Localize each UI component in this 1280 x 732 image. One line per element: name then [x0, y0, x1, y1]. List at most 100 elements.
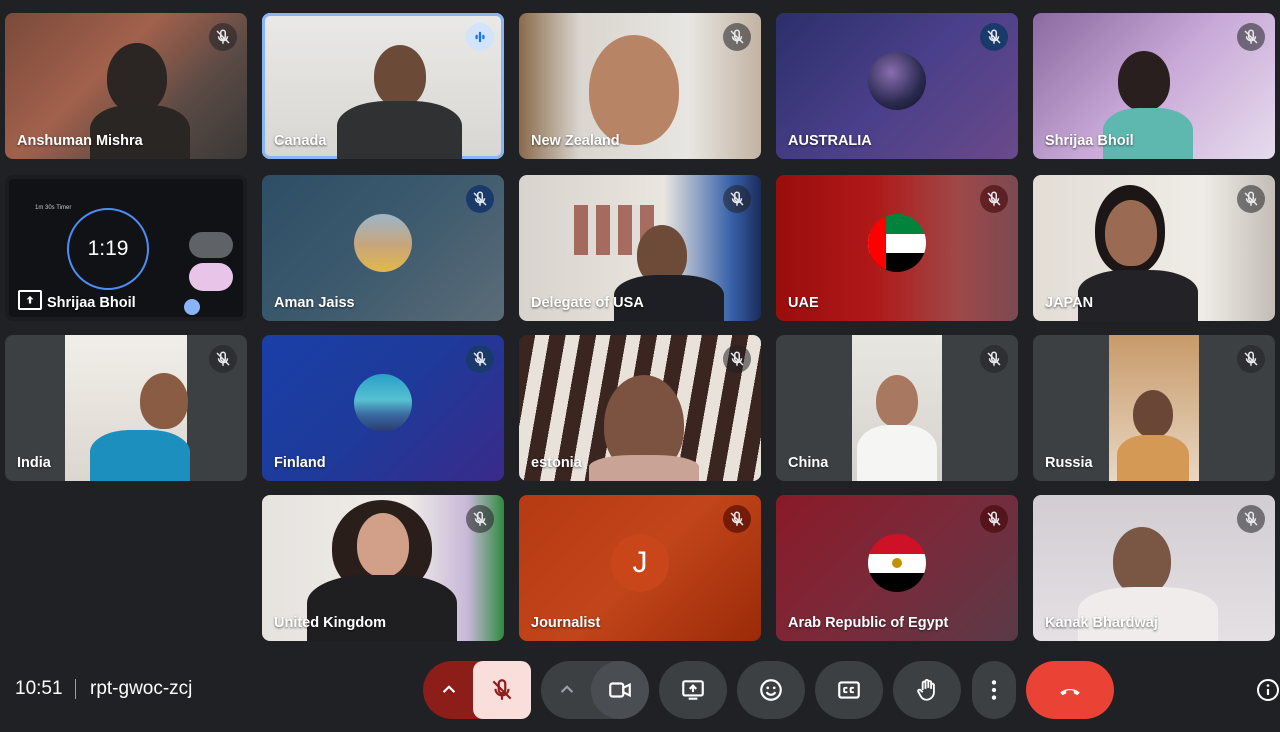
participant-tile[interactable]: UAE: [776, 175, 1018, 321]
captions-button[interactable]: [815, 661, 883, 719]
mic-off-icon: [492, 679, 512, 700]
participant-tile[interactable]: China: [776, 335, 1018, 481]
participant-tile[interactable]: New Zealand: [519, 13, 761, 159]
present-icon: [682, 680, 704, 700]
mic-off-icon: [723, 345, 751, 373]
egypt-flag-icon: [868, 534, 926, 592]
control-bar: 10:51 rpt-gwoc-zcj: [0, 650, 1280, 732]
divider: [75, 679, 76, 699]
mic-off-icon: [466, 505, 494, 533]
participant-video: [1113, 527, 1171, 595]
participant-video: [337, 101, 462, 159]
chevron-up-icon: [560, 685, 574, 693]
participant-tile[interactable]: United Kingdom: [262, 495, 504, 641]
camera-icon: [609, 682, 631, 698]
mic-off-icon: [466, 345, 494, 373]
participant-video: [1078, 270, 1198, 321]
timer-pause-button: [189, 263, 233, 291]
participant-name: JAPAN: [1045, 295, 1094, 311]
participant-tile[interactable]: Russia: [1033, 335, 1275, 481]
mic-off-icon: [723, 185, 751, 213]
mic-off-icon: [723, 505, 751, 533]
participant-name: Anshuman Mishra: [17, 133, 143, 149]
mic-off-icon: [466, 185, 494, 213]
participant-video: [65, 335, 190, 481]
mic-off-icon: [980, 505, 1008, 533]
mic-off-icon: [723, 23, 751, 51]
participant-name: Finland: [274, 455, 326, 471]
participant-video: [1109, 335, 1199, 481]
participant-name: Aman Jaiss: [274, 295, 355, 311]
participant-name: Russia: [1045, 455, 1093, 471]
participant-video: [1105, 200, 1157, 266]
mic-off-icon: [1237, 345, 1265, 373]
participant-name: Shrijaa Bhoil: [47, 295, 136, 311]
video-settings-button[interactable]: [541, 661, 593, 719]
reactions-button[interactable]: [737, 661, 805, 719]
mic-off-icon: [1237, 505, 1265, 533]
screen-share-icon: [18, 290, 42, 310]
participant-name: New Zealand: [531, 133, 620, 149]
participant-tile[interactable]: estonia: [519, 335, 761, 481]
meeting-details-button[interactable]: [1256, 678, 1280, 702]
participant-video: [1078, 587, 1218, 641]
audio-settings-button[interactable]: [423, 661, 475, 719]
participant-name: Arab Republic of Egypt: [788, 615, 949, 631]
participant-tile[interactable]: Finland: [262, 335, 504, 481]
timer-title: 1m 30s Timer: [35, 205, 72, 211]
microphone-toggle-button[interactable]: [473, 661, 531, 719]
mic-off-icon: [1237, 185, 1265, 213]
participant-tile[interactable]: JAPAN: [1033, 175, 1275, 321]
hand-icon: [917, 679, 935, 701]
participant-tile[interactable]: J Journalist: [519, 495, 761, 641]
participant-tile[interactable]: Kanak Bhardwaj: [1033, 495, 1275, 641]
participant-name: India: [17, 455, 51, 471]
participant-tile[interactable]: Aman Jaiss: [262, 175, 504, 321]
participant-video: [1118, 51, 1170, 111]
participant-name: Shrijaa Bhoil: [1045, 133, 1134, 149]
camera-toggle-button[interactable]: [591, 661, 649, 719]
participant-name: Journalist: [531, 615, 601, 631]
chevron-up-icon: [442, 685, 456, 693]
participant-video: [852, 335, 942, 481]
mic-off-icon: [209, 345, 237, 373]
participant-video: [357, 513, 409, 577]
participant-tile[interactable]: Delegate of USA: [519, 175, 761, 321]
participant-name: estonia: [531, 455, 582, 471]
avatar: [354, 214, 412, 272]
captions-icon: [838, 681, 860, 699]
timer-reset-button: [184, 299, 200, 315]
participant-tile[interactable]: Anshuman Mishra: [5, 13, 247, 159]
uae-flag-icon: [868, 214, 926, 272]
participant-tile[interactable]: Arab Republic of Egypt: [776, 495, 1018, 641]
more-vert-icon: [991, 680, 997, 700]
timer-time: 1:19: [87, 237, 129, 260]
participant-tile[interactable]: Shrijaa Bhoil: [1033, 13, 1275, 159]
raise-hand-button[interactable]: [893, 661, 961, 719]
participant-video: [107, 43, 167, 113]
participant-video: [589, 455, 699, 481]
present-screen-button[interactable]: [659, 661, 727, 719]
mic-off-icon: [209, 23, 237, 51]
participant-name: Kanak Bhardwaj: [1045, 615, 1158, 631]
leave-call-button[interactable]: [1026, 661, 1114, 719]
timer-add-button: [189, 232, 233, 258]
participant-name: Canada: [274, 133, 327, 149]
more-options-button[interactable]: [972, 661, 1016, 719]
participant-video: [90, 105, 190, 159]
screen-share-tile[interactable]: 1m 30s Timer 1:19 Shrijaa Bhoil: [5, 175, 247, 321]
participant-name: United Kingdom: [274, 615, 386, 631]
call-end-icon: [1060, 689, 1080, 696]
avatar: [354, 374, 412, 432]
participant-video: [307, 575, 457, 641]
participant-tile[interactable]: AUSTRALIA: [776, 13, 1018, 159]
speaking-indicator-icon: [466, 23, 494, 51]
participant-tile[interactable]: India: [5, 335, 247, 481]
mic-off-icon: [1237, 23, 1265, 51]
avatar: J: [611, 534, 669, 592]
info-icon: [1257, 679, 1279, 701]
mic-group: [423, 661, 531, 719]
participant-tile[interactable]: Canada: [262, 13, 504, 159]
participant-name: China: [788, 455, 829, 471]
emoji-icon: [760, 679, 782, 701]
